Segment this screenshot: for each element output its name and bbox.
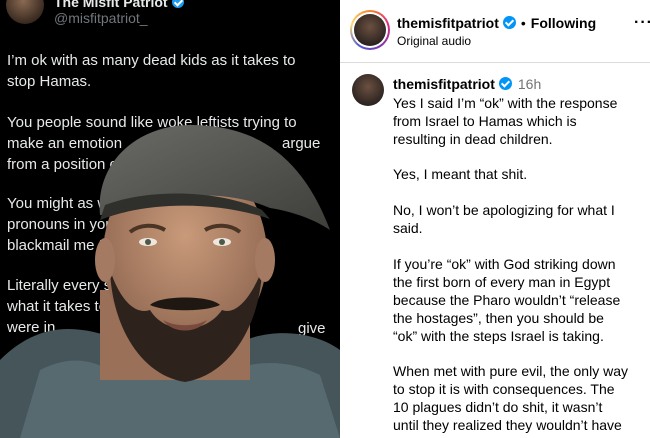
- caption-header: themisfitpatriot 16h: [393, 76, 541, 92]
- timestamp: 16h: [517, 76, 542, 92]
- verified-badge-icon: [502, 16, 516, 29]
- tweet-paragraph-1: I’m ok with as many dead kids as it take…: [7, 52, 296, 90]
- tweet-display-name: The Misfit Patriot: [54, 0, 184, 10]
- tweet-screenshot: The Misfit Patriot @misfitpatriot_ I’m o…: [0, 0, 340, 438]
- caption-paragraph-2: Yes, I meant that shit.: [393, 166, 528, 182]
- caption-paragraph-5: When met with pure evil, the only way to …: [393, 363, 628, 433]
- caption-paragraph-3: No, I won’t be apologizing for what Isai…: [393, 202, 615, 236]
- caption-paragraph-4: If you’re “ok” with God striking down the…: [393, 256, 621, 344]
- verified-badge-icon: [498, 77, 512, 90]
- instagram-post: themisfitpatriot • Following Original audi…: [340, 0, 650, 438]
- tweet-handle: @misfitpatriot_: [54, 10, 148, 26]
- person-photo: [0, 125, 340, 438]
- caption-paragraph-1: Yes I said I’m “ok” with the response fro…: [393, 95, 618, 147]
- story-ring-avatar[interactable]: [350, 10, 390, 50]
- tweet-avatar: [6, 0, 44, 24]
- caption-avatar[interactable]: [352, 74, 384, 106]
- post-header: themisfitpatriot • Following Original audi…: [340, 0, 650, 63]
- verified-badge-icon: [171, 0, 184, 8]
- header-username-row: themisfitpatriot • Following: [397, 15, 597, 31]
- following-button[interactable]: Following: [531, 15, 596, 31]
- avatar: [354, 14, 386, 46]
- username-link[interactable]: themisfitpatriot: [397, 15, 499, 31]
- more-options-icon[interactable]: ···: [634, 14, 650, 32]
- original-audio-link[interactable]: Original audio: [397, 34, 471, 48]
- caption-username[interactable]: themisfitpatriot: [393, 76, 495, 92]
